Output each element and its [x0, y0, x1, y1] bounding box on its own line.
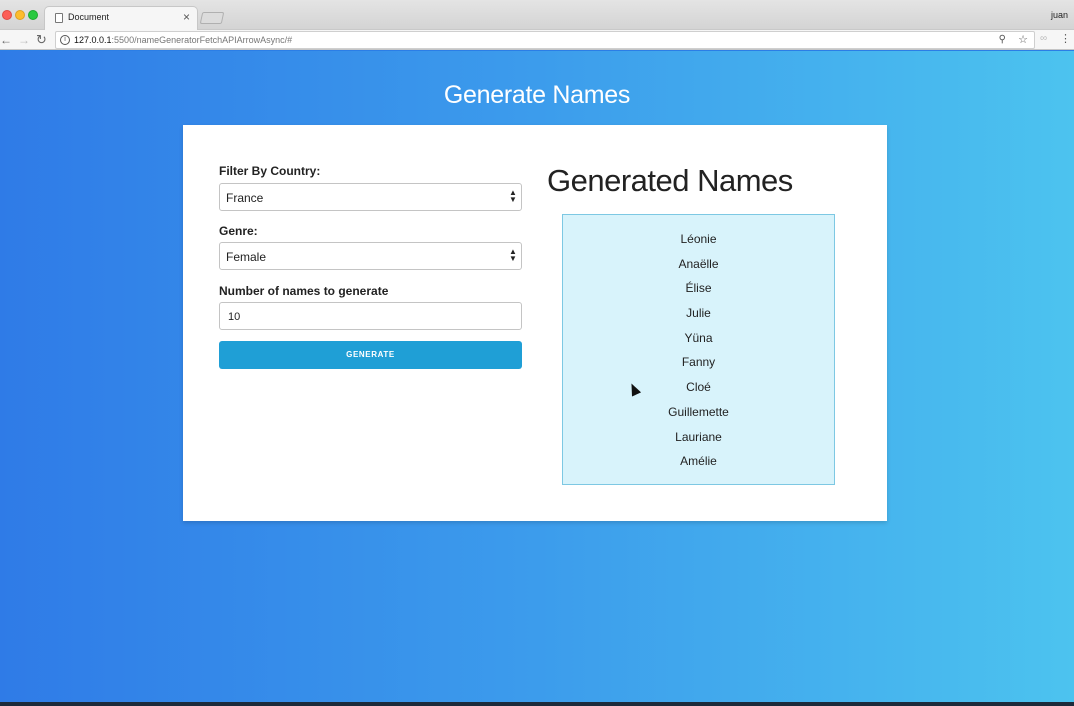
bookmark-star-icon[interactable]: ☆ — [1018, 33, 1028, 46]
name-item: Yüna — [684, 330, 713, 345]
page-background: Generate Names Filter By Country: France… — [0, 51, 1074, 706]
profile-name[interactable]: juan — [1051, 10, 1068, 20]
url-host: 127.0.0.1 — [74, 35, 112, 45]
genre-select-value: Female — [226, 250, 267, 264]
close-window-button[interactable] — [2, 10, 12, 20]
number-input-value: 10 — [228, 311, 241, 323]
name-item: Amélie — [680, 454, 717, 469]
genre-label: Genre: — [219, 224, 258, 238]
select-arrows-icon: ▲ ▼ — [509, 188, 517, 204]
generate-button[interactable]: GENERATE — [219, 341, 522, 369]
new-tab-button[interactable] — [199, 12, 225, 24]
number-input[interactable]: 10 — [219, 302, 522, 330]
tab-close-icon[interactable]: × — [183, 10, 190, 24]
url-path: :5500/nameGeneratorFetchAPIArrowAsync/# — [111, 35, 293, 45]
genre-select[interactable]: Female ▲ ▼ — [219, 242, 522, 270]
window-bottom-edge — [0, 702, 1074, 706]
minimize-window-button[interactable] — [15, 10, 25, 20]
name-item: Cloé — [686, 380, 711, 395]
generator-card: Filter By Country: France ▲ ▼ Genre: Fema… — [183, 125, 887, 521]
maximize-window-button[interactable] — [28, 10, 38, 20]
select-arrows-icon: ▲ ▼ — [509, 247, 517, 263]
tab-title: Document — [68, 12, 110, 22]
zoom-icon[interactable]: ⚲ — [999, 34, 1006, 45]
number-label: Number of names to generate — [219, 284, 389, 298]
name-item: Élise — [685, 281, 712, 296]
kebab-menu-icon[interactable]: ⋮ — [1060, 32, 1071, 45]
reload-icon[interactable]: ↻ — [36, 32, 47, 48]
extension-icon[interactable]: ∞ — [1040, 33, 1047, 44]
back-icon[interactable]: ← — [0, 32, 12, 48]
country-select-value: France — [226, 191, 264, 205]
page-title: Generate Names — [443, 81, 631, 109]
browser-toolbar: ← → ↻ i 127.0.0.1:5500/nameGeneratorFetc… — [0, 30, 1074, 50]
country-select[interactable]: France ▲ ▼ — [219, 183, 522, 211]
name-item: Fanny — [681, 355, 716, 370]
browser-tab-bar: Document × juan — [0, 0, 1074, 30]
name-item: Guillemette — [668, 404, 729, 419]
name-item: Julie — [686, 306, 711, 321]
country-label: Filter By Country: — [219, 164, 321, 178]
forward-icon[interactable]: → — [18, 32, 30, 48]
document-icon — [55, 13, 63, 23]
name-item: Léonie — [680, 232, 717, 246]
name-item: Anaëlle — [678, 256, 719, 271]
browser-tab[interactable]: Document × — [44, 6, 198, 30]
info-icon[interactable]: i — [60, 35, 70, 45]
name-item: Lauriane — [675, 429, 722, 444]
address-bar[interactable]: i 127.0.0.1:5500/nameGeneratorFetchAPIAr… — [55, 31, 1035, 49]
url-text[interactable]: 127.0.0.1:5500/nameGeneratorFetchAPIArro… — [74, 35, 292, 45]
names-list: Léonie Anaëlle Élise Julie Yüna Fanny Cl… — [563, 215, 834, 476]
results-title: Generated Names — [547, 163, 793, 198]
results-box: Léonie Anaëlle Élise Julie Yüna Fanny Cl… — [562, 214, 835, 485]
